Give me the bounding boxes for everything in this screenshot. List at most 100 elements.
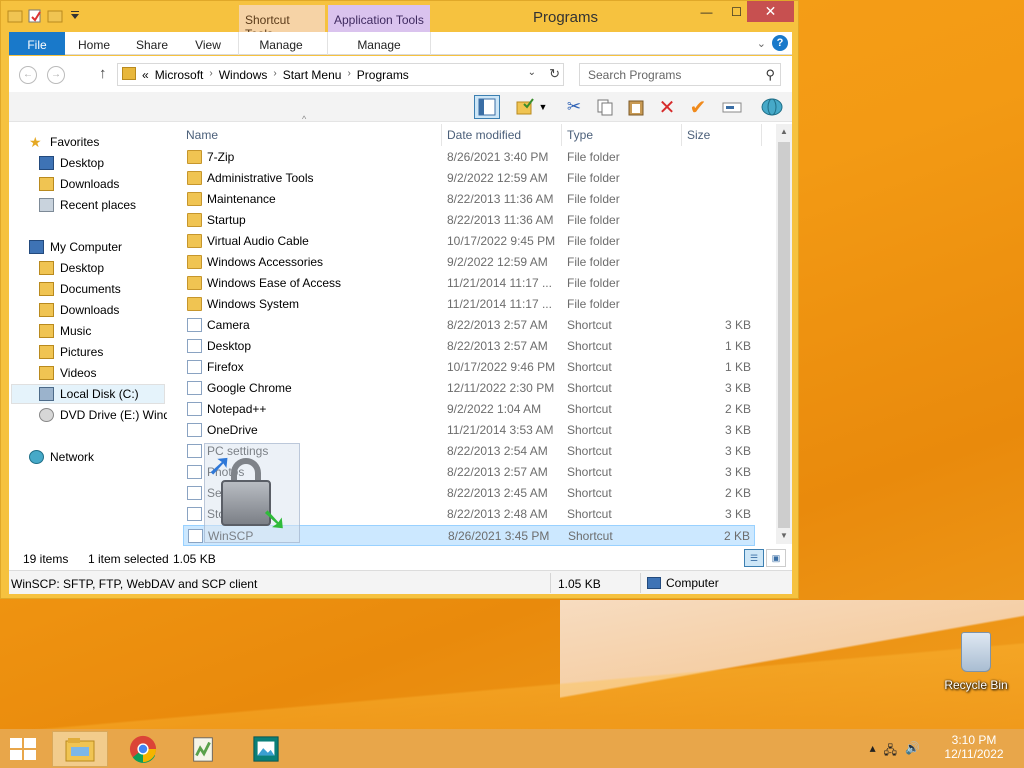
nav-item-videos[interactable]: Videos (39, 363, 96, 383)
scrollbar-thumb[interactable] (778, 142, 790, 528)
nav-item-dvd-drive[interactable]: DVD Drive (E:) Windo (39, 405, 167, 425)
nav-item-pictures[interactable]: Pictures (39, 342, 103, 362)
forward-button[interactable]: → (47, 66, 65, 84)
taskbar-image-viewer[interactable] (238, 731, 294, 767)
nav-favorites[interactable]: ★ Favorites (29, 132, 99, 152)
delete-icon[interactable]: ✕ (654, 95, 680, 119)
file-row[interactable]: Windows System 11/21/2014 11:17 ... File f… (183, 294, 755, 315)
paste-icon (628, 100, 644, 116)
nav-item-favorites-desktop[interactable]: Desktop (39, 153, 104, 173)
show-hidden-icons-icon[interactable]: ▴ (870, 741, 876, 762)
address-bar[interactable]: « Microsoft › Windows › Start Menu › Pro… (117, 63, 564, 86)
column-divider[interactable] (441, 124, 442, 146)
column-divider[interactable] (761, 124, 762, 146)
column-header-name[interactable]: Name (186, 128, 218, 142)
recycle-bin-desktop-icon[interactable]: Recycle Bin (940, 632, 1012, 692)
breadcrumb-start-menu[interactable]: Start Menu (283, 68, 342, 82)
breadcrumb-programs[interactable]: Programs (357, 68, 409, 82)
file-row[interactable]: Camera 8/22/2013 2:57 AM Shortcut 3 KB (183, 315, 755, 336)
nav-item-music[interactable]: Music (39, 321, 91, 341)
tab-manage-shortcut[interactable]: Manage (241, 32, 321, 55)
file-row[interactable]: Notepad++ 9/2/2022 1:04 AM Shortcut 2 KB (183, 399, 755, 420)
file-row[interactable]: Windows Ease of Access 11/21/2014 11:17 .… (183, 273, 755, 294)
file-row[interactable]: Desktop 8/22/2013 2:57 AM Shortcut 1 KB (183, 336, 755, 357)
preview-pane-button[interactable] (474, 95, 500, 119)
column-header-size[interactable]: Size (687, 128, 710, 142)
checkmark-icon[interactable]: ✔ (685, 95, 711, 119)
nav-my-computer[interactable]: My Computer (29, 237, 122, 257)
file-row[interactable]: Administrative Tools 9/2/2022 12:59 AM Fil… (183, 168, 755, 189)
camera-shortcut-icon (187, 318, 202, 332)
file-name: Firefox (207, 360, 244, 374)
expand-ribbon-icon[interactable]: ⌄ (757, 37, 766, 50)
nav-item-desktop[interactable]: Desktop (39, 258, 104, 278)
up-button[interactable]: ↑ (99, 65, 107, 82)
column-divider[interactable] (561, 124, 562, 146)
nav-item-label: Documents (60, 282, 121, 296)
window-title: Programs (533, 9, 599, 26)
cut-icon[interactable]: ✂ (561, 95, 587, 119)
chevron-down-icon[interactable]: ▼ (537, 95, 549, 119)
nav-item-recent-places[interactable]: Recent places (39, 195, 136, 215)
nav-item-downloads[interactable]: Downloads (39, 300, 119, 320)
maximize-button[interactable]: ☐ (723, 1, 750, 22)
nav-network[interactable]: Network (29, 447, 94, 467)
taskbar-file-explorer[interactable] (52, 731, 108, 767)
minimize-button[interactable]: — (693, 1, 720, 22)
tab-home[interactable]: Home (69, 32, 119, 55)
chevron-right-icon[interactable]: › (209, 68, 212, 82)
large-icons-view-icon[interactable]: ▣ (766, 549, 786, 567)
file-row[interactable]: Startup 8/22/2013 11:36 AM File folder (183, 210, 755, 231)
chevron-right-icon[interactable]: › (347, 68, 350, 82)
taskbar-notepad-plus-plus[interactable] (175, 731, 231, 767)
file-row[interactable]: 7-Zip 8/26/2021 3:40 PM File folder (183, 147, 755, 168)
column-header-date-modified[interactable]: Date modified (447, 128, 521, 142)
paste-button[interactable] (623, 95, 649, 119)
new-folder-icon[interactable] (47, 8, 63, 24)
vertical-scrollbar[interactable]: ▲ ▼ (776, 124, 792, 544)
taskbar-google-chrome[interactable] (115, 731, 171, 767)
chevron-right-icon[interactable]: › (273, 68, 276, 82)
nav-item-favorites-downloads[interactable]: Downloads (39, 174, 119, 194)
volume-icon[interactable]: 🔊 (905, 741, 920, 762)
network-globe-button[interactable] (759, 95, 785, 119)
copy-button[interactable] (592, 95, 618, 119)
tab-manage-application[interactable]: Manage (331, 32, 427, 55)
chevron-down-icon[interactable]: ⌄ (528, 67, 536, 78)
properties-icon[interactable] (27, 8, 43, 24)
file-row[interactable]: Google Chrome 12/11/2022 2:30 PM Shortcut 3… (183, 378, 755, 399)
title-bar[interactable]: Shortcut Tools Application Tools Program… (1, 1, 798, 41)
search-input[interactable]: Search Programs ⚲ (579, 63, 781, 86)
file-name: 7-Zip (207, 150, 235, 164)
close-button[interactable]: ✕ (747, 1, 794, 22)
file-row[interactable]: Maintenance 8/22/2013 11:36 AM File folder (183, 189, 755, 210)
start-button[interactable] (10, 738, 38, 760)
folder-options-button[interactable] (512, 95, 538, 119)
column-header-type[interactable]: Type (567, 128, 593, 142)
tab-view[interactable]: View (183, 32, 233, 55)
breadcrumb-overflow[interactable]: « (142, 68, 149, 82)
clock[interactable]: 3:10 PM 12/11/2022 (934, 733, 1014, 761)
back-button[interactable]: ← (19, 66, 37, 84)
tab-file[interactable]: File (9, 32, 65, 55)
tab-share[interactable]: Share (127, 32, 177, 55)
rename-button[interactable] (719, 95, 745, 119)
file-row[interactable]: Virtual Audio Cable 10/17/2022 9:45 PM Fil… (183, 231, 755, 252)
column-divider[interactable] (681, 124, 682, 146)
file-row[interactable]: Windows Accessories 9/2/2022 12:59 AM File… (183, 252, 755, 273)
breadcrumb-windows[interactable]: Windows (219, 68, 268, 82)
nav-item-documents[interactable]: Documents (39, 279, 121, 299)
star-icon: ★ (29, 134, 42, 150)
nav-item-local-disk[interactable]: Local Disk (C:) (11, 384, 165, 404)
network-tray-icon[interactable]: 🖧 (884, 741, 897, 762)
file-row[interactable]: OneDrive 11/21/2014 3:53 AM Shortcut 3 KB (183, 420, 755, 441)
help-icon[interactable]: ? (772, 35, 788, 51)
breadcrumb-microsoft[interactable]: Microsoft (155, 68, 204, 82)
customize-dropdown-icon[interactable] (67, 8, 83, 24)
scroll-down-icon[interactable]: ▼ (776, 528, 792, 544)
file-row[interactable]: Firefox 10/17/2022 9:46 PM Shortcut 1 KB (183, 357, 755, 378)
scroll-up-icon[interactable]: ▲ (776, 124, 792, 140)
details-view-icon[interactable]: ☰ (744, 549, 764, 567)
search-icon[interactable]: ⚲ (765, 67, 775, 83)
refresh-icon[interactable]: ↻ (549, 66, 560, 82)
